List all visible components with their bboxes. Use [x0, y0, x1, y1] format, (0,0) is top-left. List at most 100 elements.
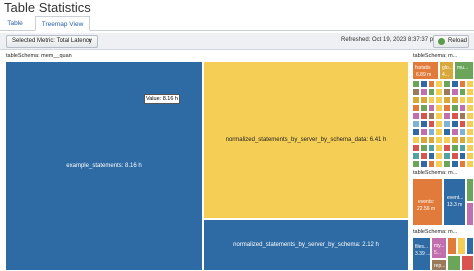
treemap-mini-tile[interactable]: [461, 255, 474, 271]
treemap-mini-tile[interactable]: [466, 178, 474, 202]
treemap-mini-cell[interactable]: [458, 112, 467, 120]
treemap-mini-cell[interactable]: [427, 144, 436, 152]
treemap-mini-cell[interactable]: [450, 112, 459, 120]
treemap-mini-tile[interactable]: [447, 255, 461, 271]
treemap-mini-cell[interactable]: [443, 112, 451, 120]
treemap-mini-tile[interactable]: [457, 237, 466, 255]
treemap-mini-cell[interactable]: [466, 136, 474, 144]
treemap-mini-cell[interactable]: [435, 152, 443, 160]
treemap-mini-cell[interactable]: [412, 160, 420, 168]
treemap-mini-cell[interactable]: [458, 144, 467, 152]
treemap-mini-cell[interactable]: [466, 120, 474, 128]
treemap-mini-tile[interactable]: my... 5...: [431, 237, 447, 259]
treemap-mini-cell[interactable]: [443, 96, 451, 104]
treemap-mini-tile[interactable]: fsstatis 6.89 m: [412, 61, 439, 80]
treemap-mini-cell[interactable]: [435, 144, 443, 152]
treemap-mini-cell[interactable]: [443, 104, 451, 112]
treemap-mini-cell[interactable]: [435, 80, 443, 88]
treemap-mini-cell[interactable]: [466, 160, 474, 168]
treemap-mini-cell[interactable]: [466, 144, 474, 152]
tab-table-view[interactable]: Table View: [3, 16, 27, 42]
treemap-mini-cell[interactable]: [412, 112, 420, 120]
tab-treemap-view[interactable]: Treemap View: [35, 16, 90, 31]
treemap-mini-cell[interactable]: [466, 112, 474, 120]
treemap-mini-tile[interactable]: events: 22.56 m: [412, 178, 443, 226]
treemap-mini-cell[interactable]: [466, 128, 474, 136]
treemap-mini-cell[interactable]: [443, 136, 451, 144]
treemap-mini-cell[interactable]: [450, 152, 459, 160]
treemap-mini-tile[interactable]: [466, 237, 474, 255]
treemap-mini-cell[interactable]: [412, 120, 420, 128]
treemap-mini-cell[interactable]: [412, 152, 420, 160]
treemap-mini-cell[interactable]: [412, 80, 420, 88]
treemap-mini-cell[interactable]: [458, 128, 467, 136]
treemap-mini-cell[interactable]: [443, 144, 451, 152]
treemap-mini-cell[interactable]: [466, 88, 474, 96]
treemap-mini-cell[interactable]: [450, 120, 459, 128]
treemap-mini-cell[interactable]: [427, 104, 436, 112]
treemap-mini-cell[interactable]: [435, 104, 443, 112]
treemap-mini-cell[interactable]: [458, 152, 467, 160]
treemap-mini-cell[interactable]: [458, 120, 467, 128]
treemap-mini-tile[interactable]: mu...: [454, 61, 474, 80]
treemap-mini-cell[interactable]: [427, 80, 436, 88]
treemap-mini-cell[interactable]: [443, 152, 451, 160]
treemap-mini-cell[interactable]: [443, 88, 451, 96]
treemap-mini-cell[interactable]: [435, 136, 443, 144]
treemap-mini-cell[interactable]: [443, 160, 451, 168]
treemap-mini-cell[interactable]: [419, 104, 428, 112]
treemap-tile-normalized[interactable]: normalized_statements_by_server_by_schem…: [203, 219, 409, 271]
treemap-mini-cell[interactable]: [458, 80, 467, 88]
treemap-mini-cell[interactable]: [419, 152, 428, 160]
treemap-mini-cell[interactable]: [412, 144, 420, 152]
treemap-mini-cell[interactable]: [458, 136, 467, 144]
treemap-mini-cell[interactable]: [427, 160, 436, 168]
treemap-mini-cell[interactable]: [450, 128, 459, 136]
treemap-mini-cell[interactable]: [412, 96, 420, 104]
treemap-mini-cell[interactable]: [458, 88, 467, 96]
treemap-mini-cell[interactable]: [412, 88, 420, 96]
treemap-mini-cell[interactable]: [435, 88, 443, 96]
treemap-mini-cell[interactable]: [466, 96, 474, 104]
treemap-mini-cell[interactable]: [458, 96, 467, 104]
treemap-mini-cell[interactable]: [443, 128, 451, 136]
treemap-mini-cell[interactable]: [427, 112, 436, 120]
treemap-mini-cell[interactable]: [435, 120, 443, 128]
treemap-mini-tile[interactable]: glo... 4...: [439, 61, 454, 80]
treemap-mini-cell[interactable]: [435, 96, 443, 104]
treemap-mini-cell[interactable]: [435, 112, 443, 120]
treemap-mini-cell[interactable]: [419, 112, 428, 120]
treemap-mini-cell[interactable]: [419, 136, 428, 144]
treemap-mini-cell[interactable]: [419, 128, 428, 136]
treemap-mini-tile[interactable]: event... 13.3 m: [443, 178, 466, 226]
treemap-mini-cell[interactable]: [427, 152, 436, 160]
metric-select-button[interactable]: Selected Metric: Total Latency ▼: [6, 35, 98, 48]
treemap-mini-cell[interactable]: [450, 96, 459, 104]
treemap-tile-normalized-data[interactable]: normalized_statements_by_server_by_schem…: [203, 61, 409, 219]
treemap-mini-cell[interactable]: [412, 104, 420, 112]
reload-button[interactable]: Reload: [433, 35, 469, 48]
treemap-mini-tile[interactable]: rep...: [431, 259, 447, 271]
treemap-mini-cell[interactable]: [458, 160, 467, 168]
treemap-mini-cell[interactable]: [419, 88, 428, 96]
treemap-mini-cell[interactable]: [443, 120, 451, 128]
treemap-mini-cell[interactable]: [412, 128, 420, 136]
treemap-mini-cell[interactable]: [435, 128, 443, 136]
treemap-mini-cell[interactable]: [466, 80, 474, 88]
treemap-mini-cell[interactable]: [427, 136, 436, 144]
treemap-mini-cell[interactable]: [443, 80, 451, 88]
treemap-mini-cell[interactable]: [419, 120, 428, 128]
treemap-mini-tile[interactable]: [447, 237, 457, 255]
treemap-mini-cell[interactable]: [466, 152, 474, 160]
treemap-mini-cell[interactable]: [450, 80, 459, 88]
treemap-mini-cell[interactable]: [450, 160, 459, 168]
treemap-mini-cell[interactable]: [427, 120, 436, 128]
treemap-mini-cell[interactable]: [419, 160, 428, 168]
treemap-mini-tile[interactable]: files... 3.39 ...: [412, 237, 431, 271]
treemap-mini-cell[interactable]: [427, 128, 436, 136]
treemap-mini-tile[interactable]: [466, 202, 474, 226]
treemap-mini-cell[interactable]: [419, 96, 428, 104]
treemap-mini-cell[interactable]: [427, 96, 436, 104]
treemap-mini-cell[interactable]: [419, 144, 428, 152]
treemap-mini-cell[interactable]: [419, 80, 428, 88]
